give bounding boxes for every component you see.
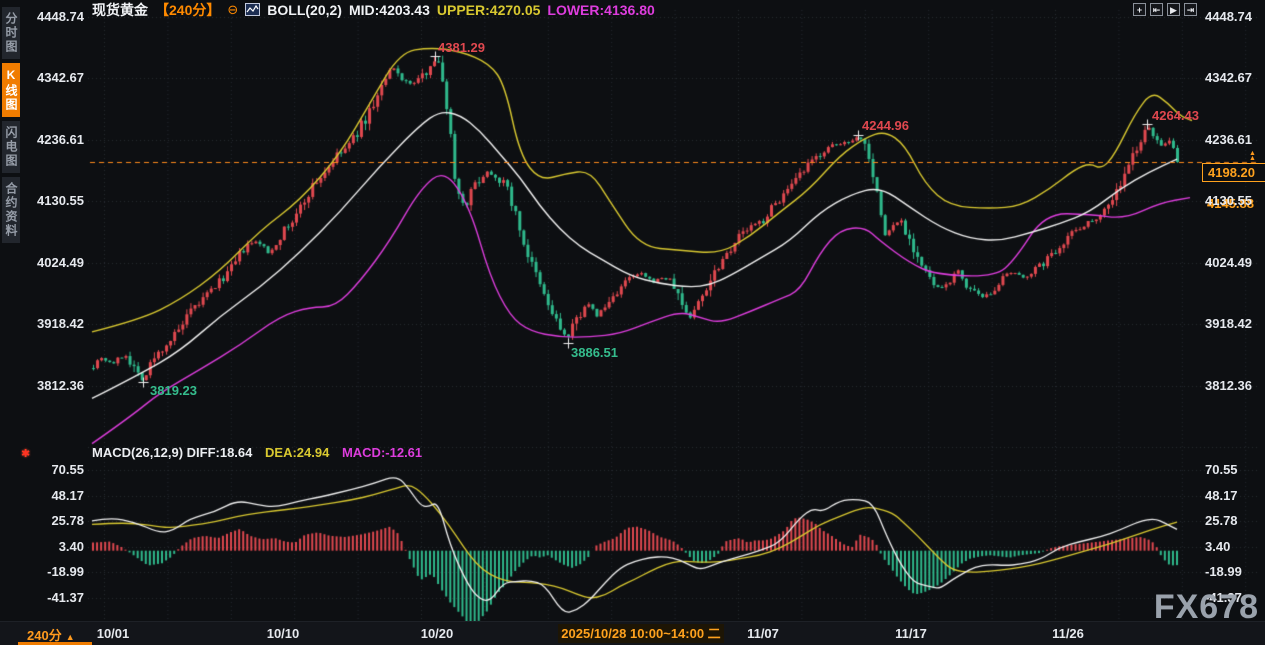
price-axis-label-left: 4024.49 — [0, 255, 84, 270]
price-axis-label-left: 4342.67 — [0, 70, 84, 85]
boll-upper-value: UPPER:4270.05 — [437, 2, 541, 18]
swing-low-label: 3819.23 — [150, 383, 197, 398]
macd-axis-label-left: 3.40 — [0, 539, 84, 554]
macd-axis-label-right: 25.78 — [1205, 513, 1238, 528]
macd-bar-value: MACD:-12.61 — [342, 445, 422, 460]
price-axis-label-right: 4130.55 — [1205, 193, 1252, 208]
price-axis-label-right: 4342.67 — [1205, 70, 1252, 85]
play-chart-icon[interactable]: ▶ — [1167, 3, 1180, 16]
macd-axis-label-left: -18.99 — [0, 564, 84, 579]
sidebar-tab-闪电图[interactable]: 闪电图 — [2, 121, 20, 173]
macd-axis-label-right: 3.40 — [1205, 539, 1230, 554]
period-label[interactable]: 【240分】 — [155, 0, 220, 20]
pan-right-icon[interactable]: ⇥ — [1184, 3, 1197, 16]
macd-axis-label-right: -18.99 — [1205, 564, 1242, 579]
price-axis-label-left: 4236.61 — [0, 132, 84, 147]
price-axis-label-right: 4448.74 — [1205, 9, 1252, 24]
swing-low-label: 3886.51 — [571, 345, 618, 360]
price-alert-arrow-icon[interactable]: ▲▲ — [1249, 151, 1256, 161]
date-tick-label: 11/17 — [866, 626, 956, 641]
price-axis-label-right: 4236.61 — [1205, 132, 1252, 147]
price-axis-label-left: 3918.42 — [0, 316, 84, 331]
swing-high-label: 4244.96 — [862, 118, 909, 133]
date-tick-label: 11/26 — [1023, 626, 1113, 641]
boll-label: BOLL(20,2) — [267, 2, 342, 18]
macd-axis-label-right: 70.55 — [1205, 462, 1238, 477]
macd-diff-value: MACD(26,12,9) DIFF:18.64 — [92, 445, 252, 460]
boll-mid-value: MID:4203.43 — [349, 2, 430, 18]
macd-axis-label-right: 48.17 — [1205, 488, 1238, 503]
price-axis-label-right: 3918.42 — [1205, 316, 1252, 331]
macd-dea-value: DEA:24.94 — [265, 445, 329, 460]
zoom-out-icon[interactable]: ⊖ — [227, 2, 238, 18]
macd-axis-label-left: 70.55 — [0, 462, 84, 477]
trading-chart-app: 现货黄金 【240分】 ⊖ BOLL(20,2) MID:4203.43 UPP… — [0, 0, 1265, 645]
swing-high-label: 4381.29 — [438, 40, 485, 55]
date-tick-label: 10/20 — [392, 626, 482, 641]
swing-high-label: 4264.43 — [1152, 108, 1199, 123]
time-axis-bar: 240分▲ 2025/10/28 10:00~14:00 二 10/0110/1… — [0, 621, 1265, 645]
macd-axis-label-left: 48.17 — [0, 488, 84, 503]
symbol-name: 现货黄金 — [92, 0, 148, 20]
chart-canvas[interactable] — [0, 0, 1265, 645]
date-tick-label: 10/01 — [68, 626, 158, 641]
indicator-chart-icon[interactable] — [245, 3, 260, 16]
price-axis-label-left: 4448.74 — [0, 9, 84, 24]
macd-info-bar: MACD(26,12,9) DIFF:18.64 DEA:24.94 MACD:… — [92, 445, 422, 460]
selected-bar-date-badge: 2025/10/28 10:00~14:00 二 — [558, 624, 724, 643]
last-price-tag[interactable]: 4198.20 — [1202, 163, 1265, 182]
chart-toolbar: + ⇤ ▶ ⇥ — [1133, 3, 1197, 16]
price-axis-label-right: 3812.36 — [1205, 378, 1252, 393]
macd-axis-label-left: -41.37 — [0, 590, 84, 605]
price-axis-label-left: 3812.36 — [0, 378, 84, 393]
macd-axis-label-left: 25.78 — [0, 513, 84, 528]
sidebar-tab-合约资料[interactable]: 合约资料 — [2, 177, 20, 243]
price-axis-label-left: 4130.55 — [0, 193, 84, 208]
scale-left-icon[interactable]: ⇤ — [1150, 3, 1163, 16]
crosshair-icon[interactable]: + — [1133, 3, 1146, 16]
period-selector-label: 240分 — [27, 628, 62, 643]
date-tick-label: 11/07 — [718, 626, 808, 641]
date-tick-label: 10/10 — [238, 626, 328, 641]
alert-sun-icon[interactable]: ✱ — [21, 447, 30, 460]
chart-header: 现货黄金 【240分】 ⊖ BOLL(20,2) MID:4203.43 UPP… — [92, 1, 655, 18]
price-axis-label-right: 4024.49 — [1205, 255, 1252, 270]
boll-lower-value: LOWER:4136.80 — [547, 2, 654, 18]
